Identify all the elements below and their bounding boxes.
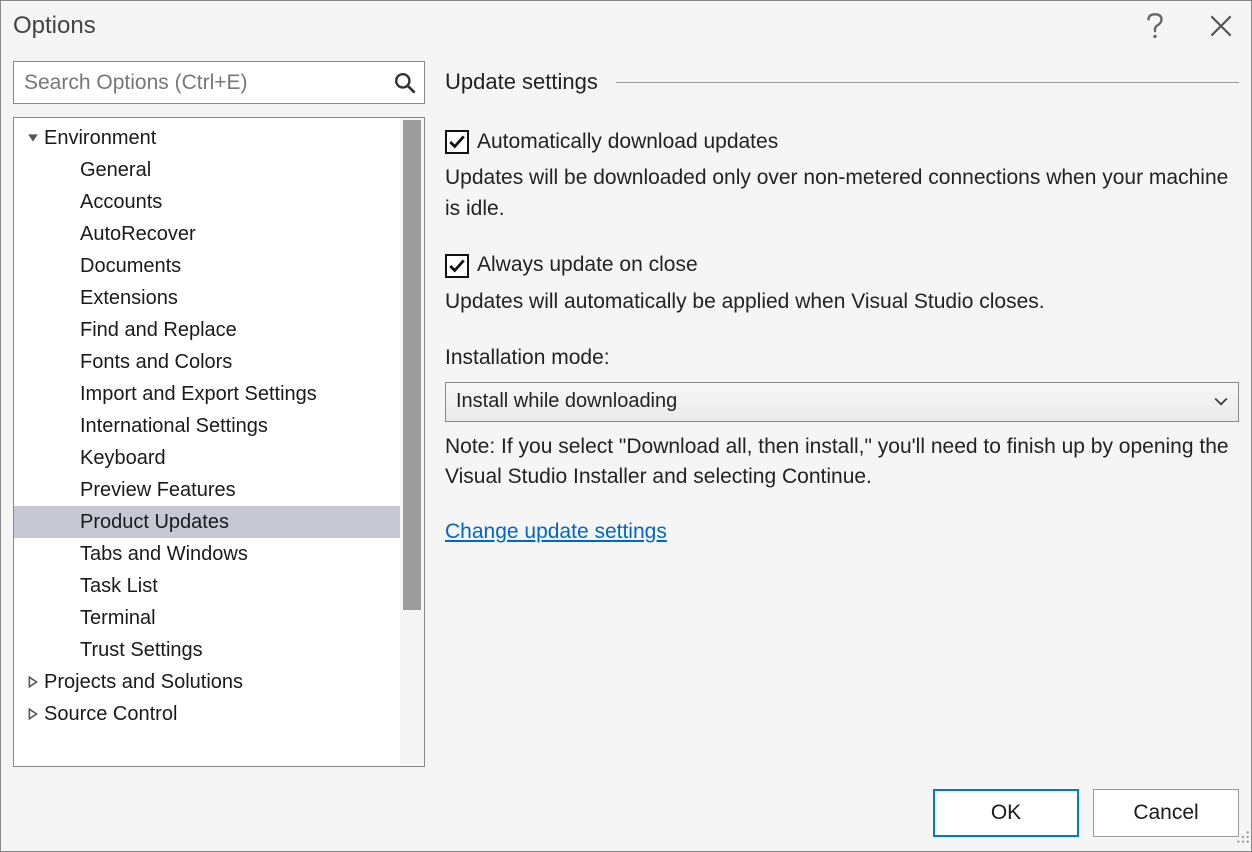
right-column: Update settings Automatically download u…: [445, 61, 1239, 767]
tree-item-label: Fonts and Colors: [80, 351, 232, 374]
ok-button-label: OK: [991, 801, 1021, 825]
tree-item-label: Keyboard: [80, 447, 166, 470]
tree-item-label: General: [80, 159, 151, 182]
tree-item-label: Import and Export Settings: [80, 383, 317, 406]
ok-button[interactable]: OK: [933, 789, 1079, 837]
left-column: Environment General Accounts AutoRecover Doc…: [13, 61, 425, 767]
checkmark-icon: [448, 257, 466, 275]
change-update-settings-link[interactable]: Change update settings: [445, 520, 667, 543]
install-mode-value: Install while downloading: [456, 387, 1214, 416]
search-input[interactable]: [24, 71, 394, 95]
tree-item[interactable]: Product Updates: [14, 506, 424, 538]
install-mode-note: Note: If you select "Download all, then …: [445, 432, 1239, 493]
tree-item[interactable]: Task List: [14, 570, 424, 602]
tree-item-label: Trust Settings: [80, 639, 203, 662]
tree-item[interactable]: International Settings: [14, 410, 424, 442]
close-button[interactable]: [1199, 4, 1243, 48]
install-mode-combo[interactable]: Install while downloading: [445, 382, 1239, 422]
tree-item-label: AutoRecover: [80, 223, 196, 246]
settings-content: Automatically download updates Updates w…: [445, 109, 1239, 547]
checkmark-icon: [448, 133, 466, 151]
tree-item-label: Environment: [44, 127, 156, 150]
tree-item-label: Find and Replace: [80, 319, 237, 342]
tree-item[interactable]: Trust Settings: [14, 634, 424, 666]
section-header: Update settings: [445, 69, 1239, 95]
auto-download-row: Automatically download updates: [445, 127, 1239, 157]
update-on-close-label: Always update on close: [477, 250, 698, 280]
install-mode-label: Installation mode:: [445, 343, 1239, 373]
auto-download-checkbox[interactable]: [445, 130, 469, 154]
search-box[interactable]: [13, 61, 425, 104]
tree-item[interactable]: Find and Replace: [14, 314, 424, 346]
help-icon: [1146, 13, 1164, 39]
tree-item[interactable]: Terminal: [14, 602, 424, 634]
tree-item[interactable]: Tabs and Windows: [14, 538, 424, 570]
expand-icon[interactable]: [24, 708, 42, 720]
section-title: Update settings: [445, 69, 598, 95]
tree-item-label: Accounts: [80, 191, 162, 214]
tree-item-label: Extensions: [80, 287, 178, 310]
expand-icon[interactable]: [24, 676, 42, 688]
cancel-button-label: Cancel: [1133, 801, 1198, 825]
resize-grip-icon[interactable]: [1236, 828, 1250, 850]
collapse-icon[interactable]: [24, 132, 42, 144]
tree-item-label: Source Control: [44, 703, 177, 726]
tree-item-label: Product Updates: [80, 511, 229, 534]
update-on-close-checkbox[interactable]: [445, 254, 469, 278]
tree-item[interactable]: General: [14, 154, 424, 186]
options-dialog: Options: [0, 0, 1252, 852]
scrollbar-thumb[interactable]: [403, 120, 421, 610]
tree-item-label: Tabs and Windows: [80, 543, 248, 566]
options-tree: Environment General Accounts AutoRecover Doc…: [13, 117, 425, 767]
tree-item[interactable]: Preview Features: [14, 474, 424, 506]
tree-viewport: Environment General Accounts AutoRecover Doc…: [14, 118, 424, 766]
dialog-title: Options: [13, 12, 1111, 40]
close-icon: [1210, 15, 1232, 37]
section-divider: [616, 82, 1239, 83]
tree-item[interactable]: Environment: [14, 122, 424, 154]
dialog-body: Environment General Accounts AutoRecover Doc…: [1, 51, 1251, 779]
tree-item-label: Terminal: [80, 607, 156, 630]
tree-item[interactable]: Fonts and Colors: [14, 346, 424, 378]
tree-item[interactable]: Source Control: [14, 698, 424, 730]
tree-item-label: Documents: [80, 255, 181, 278]
tree-item-label: Task List: [80, 575, 158, 598]
tree-item[interactable]: Accounts: [14, 186, 424, 218]
help-button[interactable]: [1133, 4, 1177, 48]
update-on-close-row: Always update on close: [445, 250, 1239, 280]
auto-download-desc: Updates will be downloaded only over non…: [445, 163, 1239, 224]
tree-item[interactable]: Import and Export Settings: [14, 378, 424, 410]
search-icon: [394, 72, 416, 94]
auto-download-label: Automatically download updates: [477, 127, 778, 157]
tree-item[interactable]: Keyboard: [14, 442, 424, 474]
dialog-footer: OK Cancel: [1, 779, 1251, 851]
tree-item[interactable]: Extensions: [14, 282, 424, 314]
update-on-close-desc: Updates will automatically be applied wh…: [445, 287, 1239, 317]
titlebar: Options: [1, 1, 1251, 51]
tree-item-label: Preview Features: [80, 479, 236, 502]
tree-item[interactable]: Projects and Solutions: [14, 666, 424, 698]
tree-item-label: Projects and Solutions: [44, 671, 243, 694]
tree-item[interactable]: Documents: [14, 250, 424, 282]
chevron-down-icon: [1214, 387, 1228, 416]
cancel-button[interactable]: Cancel: [1093, 789, 1239, 837]
tree-item-label: International Settings: [80, 415, 268, 438]
scrollbar[interactable]: [400, 118, 424, 766]
tree-item[interactable]: AutoRecover: [14, 218, 424, 250]
